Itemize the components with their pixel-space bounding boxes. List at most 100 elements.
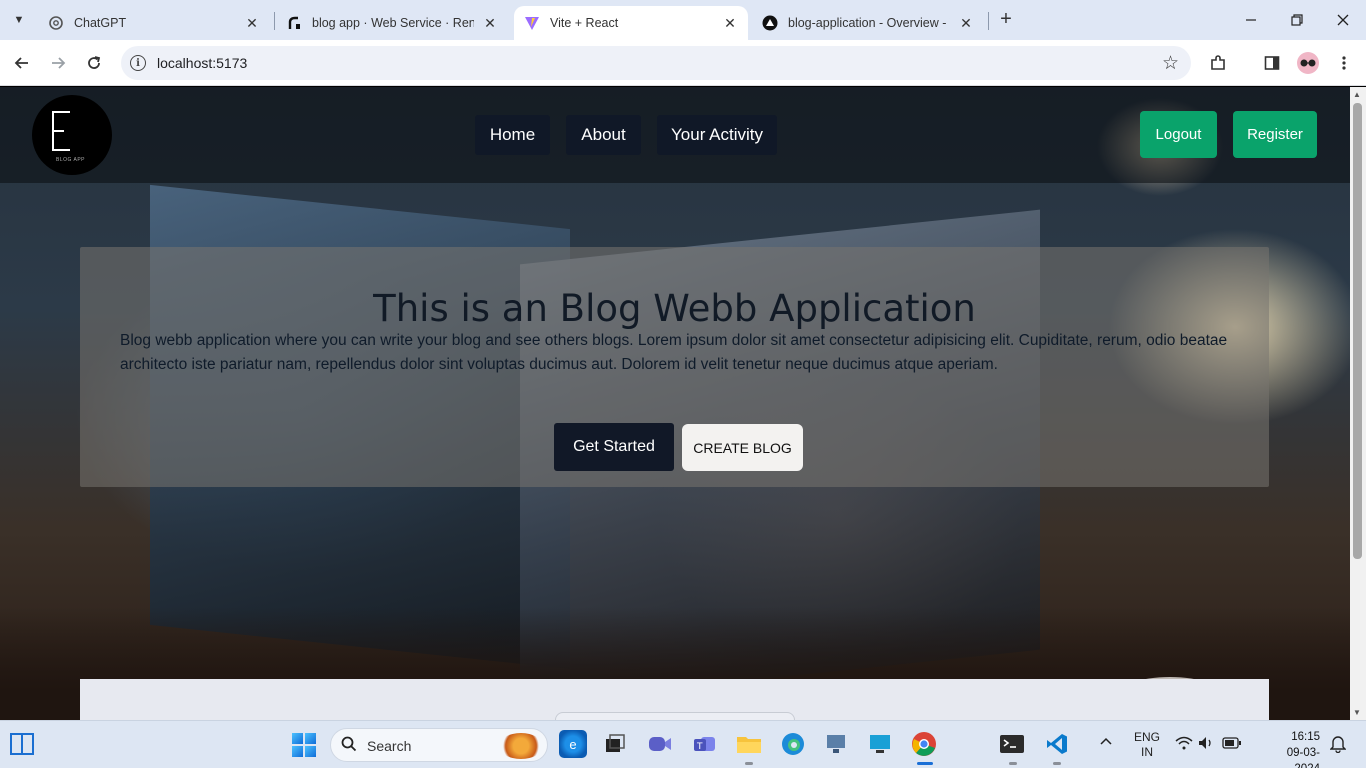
site-navbar: BLOG APP Home About Your Activity Logout… — [0, 87, 1350, 183]
tab-title: Vite + React — [550, 16, 619, 30]
reload-icon — [88, 56, 101, 69]
tab-vite-react[interactable]: Vite + React ✕ — [514, 6, 748, 40]
puzzle-icon — [1211, 55, 1225, 70]
tray-overflow-chevron-icon[interactable] — [1100, 735, 1112, 749]
vercel-icon — [762, 15, 778, 31]
running-indicator — [1009, 762, 1017, 765]
minimize-icon — [1246, 19, 1256, 21]
forward-button[interactable] — [46, 51, 70, 75]
clock-time: 16:15 — [1291, 731, 1320, 743]
address-bar[interactable]: i localhost:5173 ☆ — [121, 46, 1191, 80]
windows-logo-icon — [292, 733, 303, 744]
close-icon[interactable]: ✕ — [958, 15, 974, 31]
page-viewport: BLOG APP Home About Your Activity Logout… — [0, 87, 1350, 720]
profile-avatar[interactable] — [1297, 52, 1319, 74]
active-app-indicator — [917, 762, 933, 765]
close-window-icon — [1337, 14, 1349, 26]
scroll-up-icon[interactable]: ▲ — [1353, 90, 1361, 99]
svg-text:T: T — [696, 742, 703, 752]
restore-button[interactable] — [1285, 8, 1309, 32]
hero-description: Blog webb application where you can writ… — [120, 332, 1228, 373]
bookmark-star-icon[interactable]: ☆ — [1162, 52, 1179, 75]
chatgpt-icon — [48, 15, 64, 31]
page-scrollbar[interactable]: ▲ ▼ — [1350, 87, 1366, 720]
side-panel-icon — [1264, 56, 1280, 70]
logout-button[interactable]: Logout — [1140, 111, 1217, 158]
extensions-button[interactable] — [1206, 51, 1230, 75]
running-indicator — [1053, 762, 1061, 765]
tab-vercel[interactable]: blog-application - Overview - V ✕ — [752, 6, 984, 40]
render-icon — [286, 15, 302, 31]
tab-search-button[interactable]: ▼ — [8, 9, 30, 31]
nav-home[interactable]: Home — [475, 115, 550, 155]
reload-button[interactable] — [82, 51, 106, 75]
network-app-icon[interactable] — [822, 730, 850, 758]
restore-icon — [1291, 14, 1303, 26]
battery-icon[interactable] — [1222, 737, 1242, 752]
close-icon[interactable]: ✕ — [722, 15, 738, 31]
back-button[interactable] — [10, 51, 34, 75]
close-icon[interactable]: ✕ — [482, 15, 498, 31]
hero-card: This is an Blog Webb Application Blog we… — [80, 247, 1269, 487]
language-indicator[interactable]: ENG IN — [1134, 730, 1160, 760]
meet-icon[interactable] — [646, 730, 674, 758]
content-section-control[interactable] — [555, 712, 795, 720]
tab-title: blog-application - Overview - V — [788, 16, 950, 30]
chevron-down-icon: ▼ — [13, 14, 25, 26]
scroll-down-icon[interactable]: ▼ — [1353, 708, 1361, 717]
vite-icon — [524, 15, 540, 31]
running-indicator — [745, 762, 753, 765]
remote-desktop-icon[interactable] — [866, 730, 894, 758]
nav-about[interactable]: About — [566, 115, 641, 155]
glasses-avatar-icon — [1300, 59, 1316, 67]
volume-icon[interactable] — [1198, 736, 1216, 753]
widgets-icon[interactable] — [10, 733, 34, 755]
teams-icon[interactable]: T — [691, 730, 719, 758]
register-button[interactable]: Register — [1233, 111, 1317, 158]
url-text[interactable]: localhost:5173 — [157, 55, 247, 71]
close-icon[interactable]: ✕ — [244, 15, 260, 31]
search-highlight-icon — [499, 733, 543, 759]
task-view-icon[interactable] — [601, 730, 629, 758]
taskbar: Search e T ENG IN 16:15 09-03- — [0, 720, 1366, 768]
hero-title: This is an Blog Webb Application — [373, 287, 976, 330]
nav-your-activity[interactable]: Your Activity — [657, 115, 777, 155]
site-info-icon[interactable]: i — [130, 55, 146, 71]
logo-caption: BLOG APP — [56, 157, 86, 163]
edge-dev-icon[interactable]: e — [559, 730, 587, 758]
language-code: ENG — [1134, 730, 1161, 744]
close-window-button[interactable] — [1331, 8, 1355, 32]
tab-chatgpt[interactable]: ChatGPT ✕ — [38, 6, 270, 40]
wifi-icon[interactable] — [1175, 736, 1193, 753]
file-explorer-icon[interactable] — [735, 730, 763, 758]
minimize-button[interactable] — [1239, 8, 1263, 32]
tab-strip: ▼ ChatGPT ✕ blog app · Web Service · Ren… — [0, 0, 1366, 40]
create-blog-button[interactable]: CREATE BLOG — [682, 424, 803, 471]
scrollbar-thumb[interactable] — [1353, 103, 1362, 559]
start-button[interactable] — [292, 733, 316, 757]
tab-title: blog app · Web Service · Rende — [312, 16, 474, 30]
taskbar-search[interactable]: Search — [330, 728, 548, 762]
back-arrow-icon — [14, 57, 28, 69]
tab-separator — [274, 12, 275, 30]
new-tab-button[interactable]: + — [996, 9, 1016, 30]
notification-bell-icon[interactable] — [1329, 735, 1347, 756]
system-clock[interactable]: 16:15 09-03-2024 — [1284, 729, 1320, 768]
forward-arrow-icon — [52, 57, 66, 69]
tab-render[interactable]: blog app · Web Service · Rende ✕ — [276, 6, 508, 40]
chrome-icon[interactable] — [910, 730, 938, 758]
site-logo[interactable]: BLOG APP — [32, 95, 112, 175]
tab-separator — [988, 12, 989, 30]
kebab-menu-icon — [1342, 56, 1346, 70]
content-section — [80, 679, 1269, 720]
terminal-icon[interactable] — [998, 730, 1026, 758]
get-started-button[interactable]: Get Started — [554, 423, 674, 471]
tab-title: ChatGPT — [74, 16, 127, 30]
vscode-icon[interactable] — [1043, 730, 1071, 758]
clock-date: 09-03-2024 — [1286, 747, 1320, 768]
side-panel-button[interactable] — [1260, 51, 1284, 75]
edge-icon[interactable] — [779, 730, 807, 758]
logo-mark-middle — [54, 130, 64, 132]
browser-menu-button[interactable] — [1332, 51, 1356, 75]
search-label: Search — [367, 738, 412, 754]
